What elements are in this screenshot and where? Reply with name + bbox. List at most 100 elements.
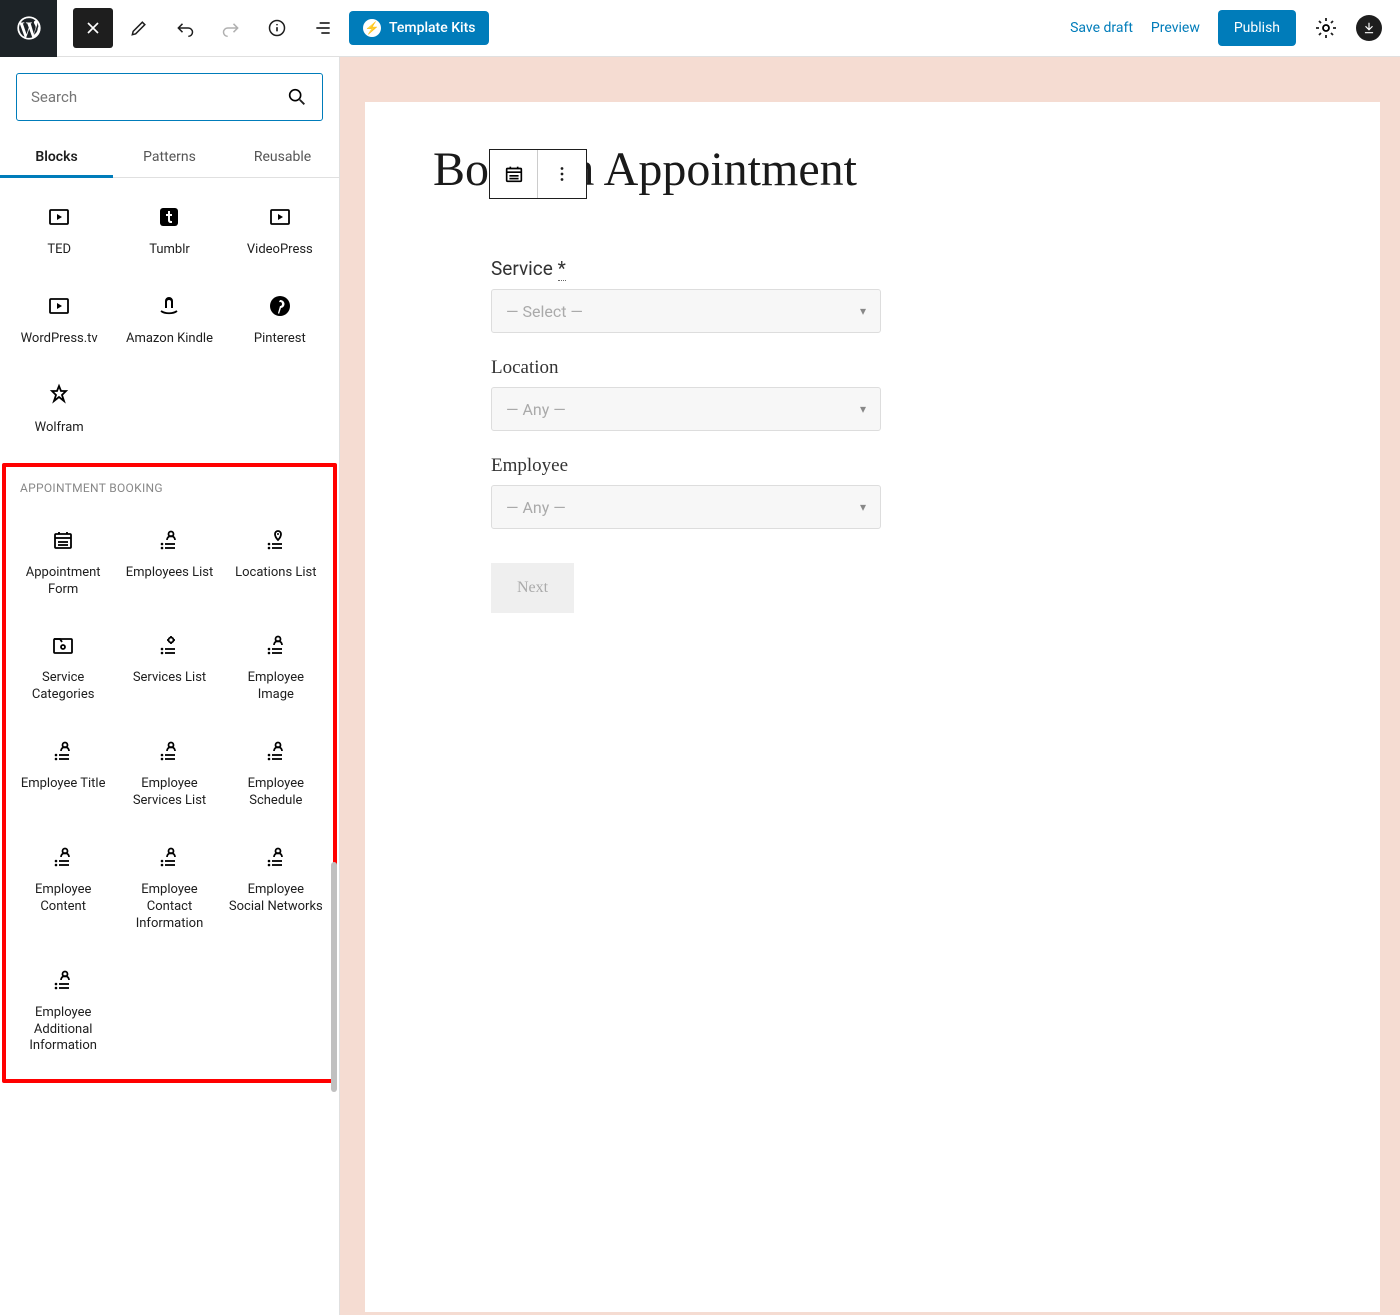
bolt-icon: ⚡ (363, 19, 381, 37)
block-label: Wolfram (35, 420, 84, 437)
close-inserter-button[interactable] (73, 8, 113, 48)
search-input[interactable] (31, 88, 286, 106)
block-options-button[interactable] (538, 150, 586, 198)
person-list-icon (51, 965, 75, 995)
block-inserter-sidebar: Blocks Patterns Reusable TED Tumblr VideoP… (0, 57, 340, 1315)
block-label: TED (47, 242, 71, 259)
amazon-icon (157, 291, 181, 321)
settings-icon[interactable] (1314, 16, 1338, 40)
block-embed-wolfram[interactable]: Wolfram (6, 366, 112, 451)
search-icon (286, 86, 308, 108)
block-label: WordPress.tv (21, 331, 98, 348)
block-type-button[interactable] (490, 150, 538, 198)
appointment-section-header: Appointment Booking (6, 467, 333, 501)
save-draft-link[interactable]: Save draft (1070, 20, 1133, 36)
block-appt-locations-list[interactable]: Locations List (225, 511, 327, 613)
video-icon (268, 202, 292, 232)
service-select[interactable]: — Select — ▾ (491, 289, 881, 333)
video-icon (47, 291, 71, 321)
block-label: Employee Image (229, 670, 323, 704)
appointment-form-block[interactable]: Service * — Select — ▾ Location — Any — … (433, 227, 1312, 643)
edit-tool-button[interactable] (119, 8, 159, 48)
block-label: Service Categories (16, 670, 110, 704)
block-appt-employee-additional-information[interactable]: Employee Additional Information (12, 951, 114, 1070)
appointment-booking-highlight: Appointment Booking Appointment Form Empl… (2, 463, 337, 1084)
plugin-icon[interactable] (1356, 15, 1382, 41)
block-appt-appointment-form[interactable]: Appointment Form (12, 511, 114, 613)
block-appt-employee-social-networks[interactable]: Employee Social Networks (225, 828, 327, 947)
person-list-icon (264, 630, 288, 660)
undo-button[interactable] (165, 8, 205, 48)
tab-patterns[interactable]: Patterns (113, 137, 226, 177)
block-label: Pinterest (254, 331, 306, 348)
page-content[interactable]: Book an Appointment Service * — Select —… (365, 102, 1380, 1312)
block-appt-employee-schedule[interactable]: Employee Schedule (225, 722, 327, 824)
block-appt-employee-services-list[interactable]: Employee Services List (118, 722, 220, 824)
sidebar-scrollbar[interactable] (331, 862, 337, 1092)
publish-button[interactable]: Publish (1218, 10, 1296, 46)
tumblr-icon (157, 202, 181, 232)
block-label: VideoPress (247, 242, 313, 259)
block-embed-ted[interactable]: TED (6, 188, 112, 273)
wordpress-logo[interactable] (0, 0, 57, 57)
service-label: Service * (491, 257, 1254, 281)
inserter-tabs: Blocks Patterns Reusable (0, 137, 339, 178)
person-list-icon (51, 842, 75, 872)
chevron-down-icon: ▾ (860, 500, 866, 514)
video-icon (47, 202, 71, 232)
block-appt-employee-image[interactable]: Employee Image (225, 616, 327, 718)
block-label: Employees List (126, 565, 213, 582)
folder-gear-icon (51, 630, 75, 660)
person-list-icon (51, 736, 75, 766)
block-appt-employees-list[interactable]: Employees List (118, 511, 220, 613)
block-label: Employee Services List (122, 776, 216, 810)
gear-list-icon (157, 630, 181, 660)
block-label: Employee Content (16, 882, 110, 916)
location-select[interactable]: — Any — ▾ (491, 387, 881, 431)
document-info-button[interactable] (257, 8, 297, 48)
wolfram-icon (47, 380, 71, 410)
block-label: Employee Additional Information (16, 1005, 110, 1056)
redo-button[interactable] (211, 8, 251, 48)
chevron-down-icon: ▾ (860, 402, 866, 416)
block-label: Employee Social Networks (229, 882, 323, 916)
chevron-down-icon: ▾ (860, 304, 866, 318)
block-embed-videopress[interactable]: VideoPress (227, 188, 333, 273)
next-button[interactable]: Next (491, 563, 574, 613)
block-appt-employee-title[interactable]: Employee Title (12, 722, 114, 824)
block-label: Employee Schedule (229, 776, 323, 810)
block-search-box[interactable] (16, 73, 323, 121)
block-label: Locations List (235, 565, 316, 582)
block-label: Employee Contact Information (122, 882, 216, 933)
person-list-icon (157, 842, 181, 872)
pin-list-icon (264, 525, 288, 555)
person-list-icon (157, 736, 181, 766)
tab-reusable[interactable]: Reusable (226, 137, 339, 177)
location-label: Location (491, 357, 1254, 379)
block-toolbar (489, 149, 587, 199)
block-label: Appointment Form (16, 565, 110, 599)
person-list-icon (264, 842, 288, 872)
block-embed-pinterest[interactable]: Pinterest (227, 277, 333, 362)
preview-link[interactable]: Preview (1151, 20, 1200, 36)
employee-select[interactable]: — Any — ▾ (491, 485, 881, 529)
block-embed-tumblr[interactable]: Tumblr (116, 188, 222, 273)
document-outline-button[interactable] (303, 8, 343, 48)
block-appt-services-list[interactable]: Services List (118, 616, 220, 718)
template-kits-button[interactable]: ⚡ Template Kits (349, 11, 489, 45)
block-appt-service-categories[interactable]: Service Categories (12, 616, 114, 718)
block-label: Services List (133, 670, 206, 687)
tab-blocks[interactable]: Blocks (0, 137, 113, 177)
block-label: Employee Title (21, 776, 106, 793)
editor-canvas: Book an Appointment Service * — Select —… (340, 57, 1400, 1315)
person-list-icon (264, 736, 288, 766)
template-kits-label: Template Kits (389, 20, 475, 36)
form-icon (51, 525, 75, 555)
block-appt-employee-content[interactable]: Employee Content (12, 828, 114, 947)
block-label: Tumblr (149, 242, 190, 259)
block-label: Amazon Kindle (126, 331, 213, 348)
pinterest-icon (268, 291, 292, 321)
block-embed-wordpress-tv[interactable]: WordPress.tv (6, 277, 112, 362)
block-embed-amazon-kindle[interactable]: Amazon Kindle (116, 277, 222, 362)
block-appt-employee-contact-information[interactable]: Employee Contact Information (118, 828, 220, 947)
